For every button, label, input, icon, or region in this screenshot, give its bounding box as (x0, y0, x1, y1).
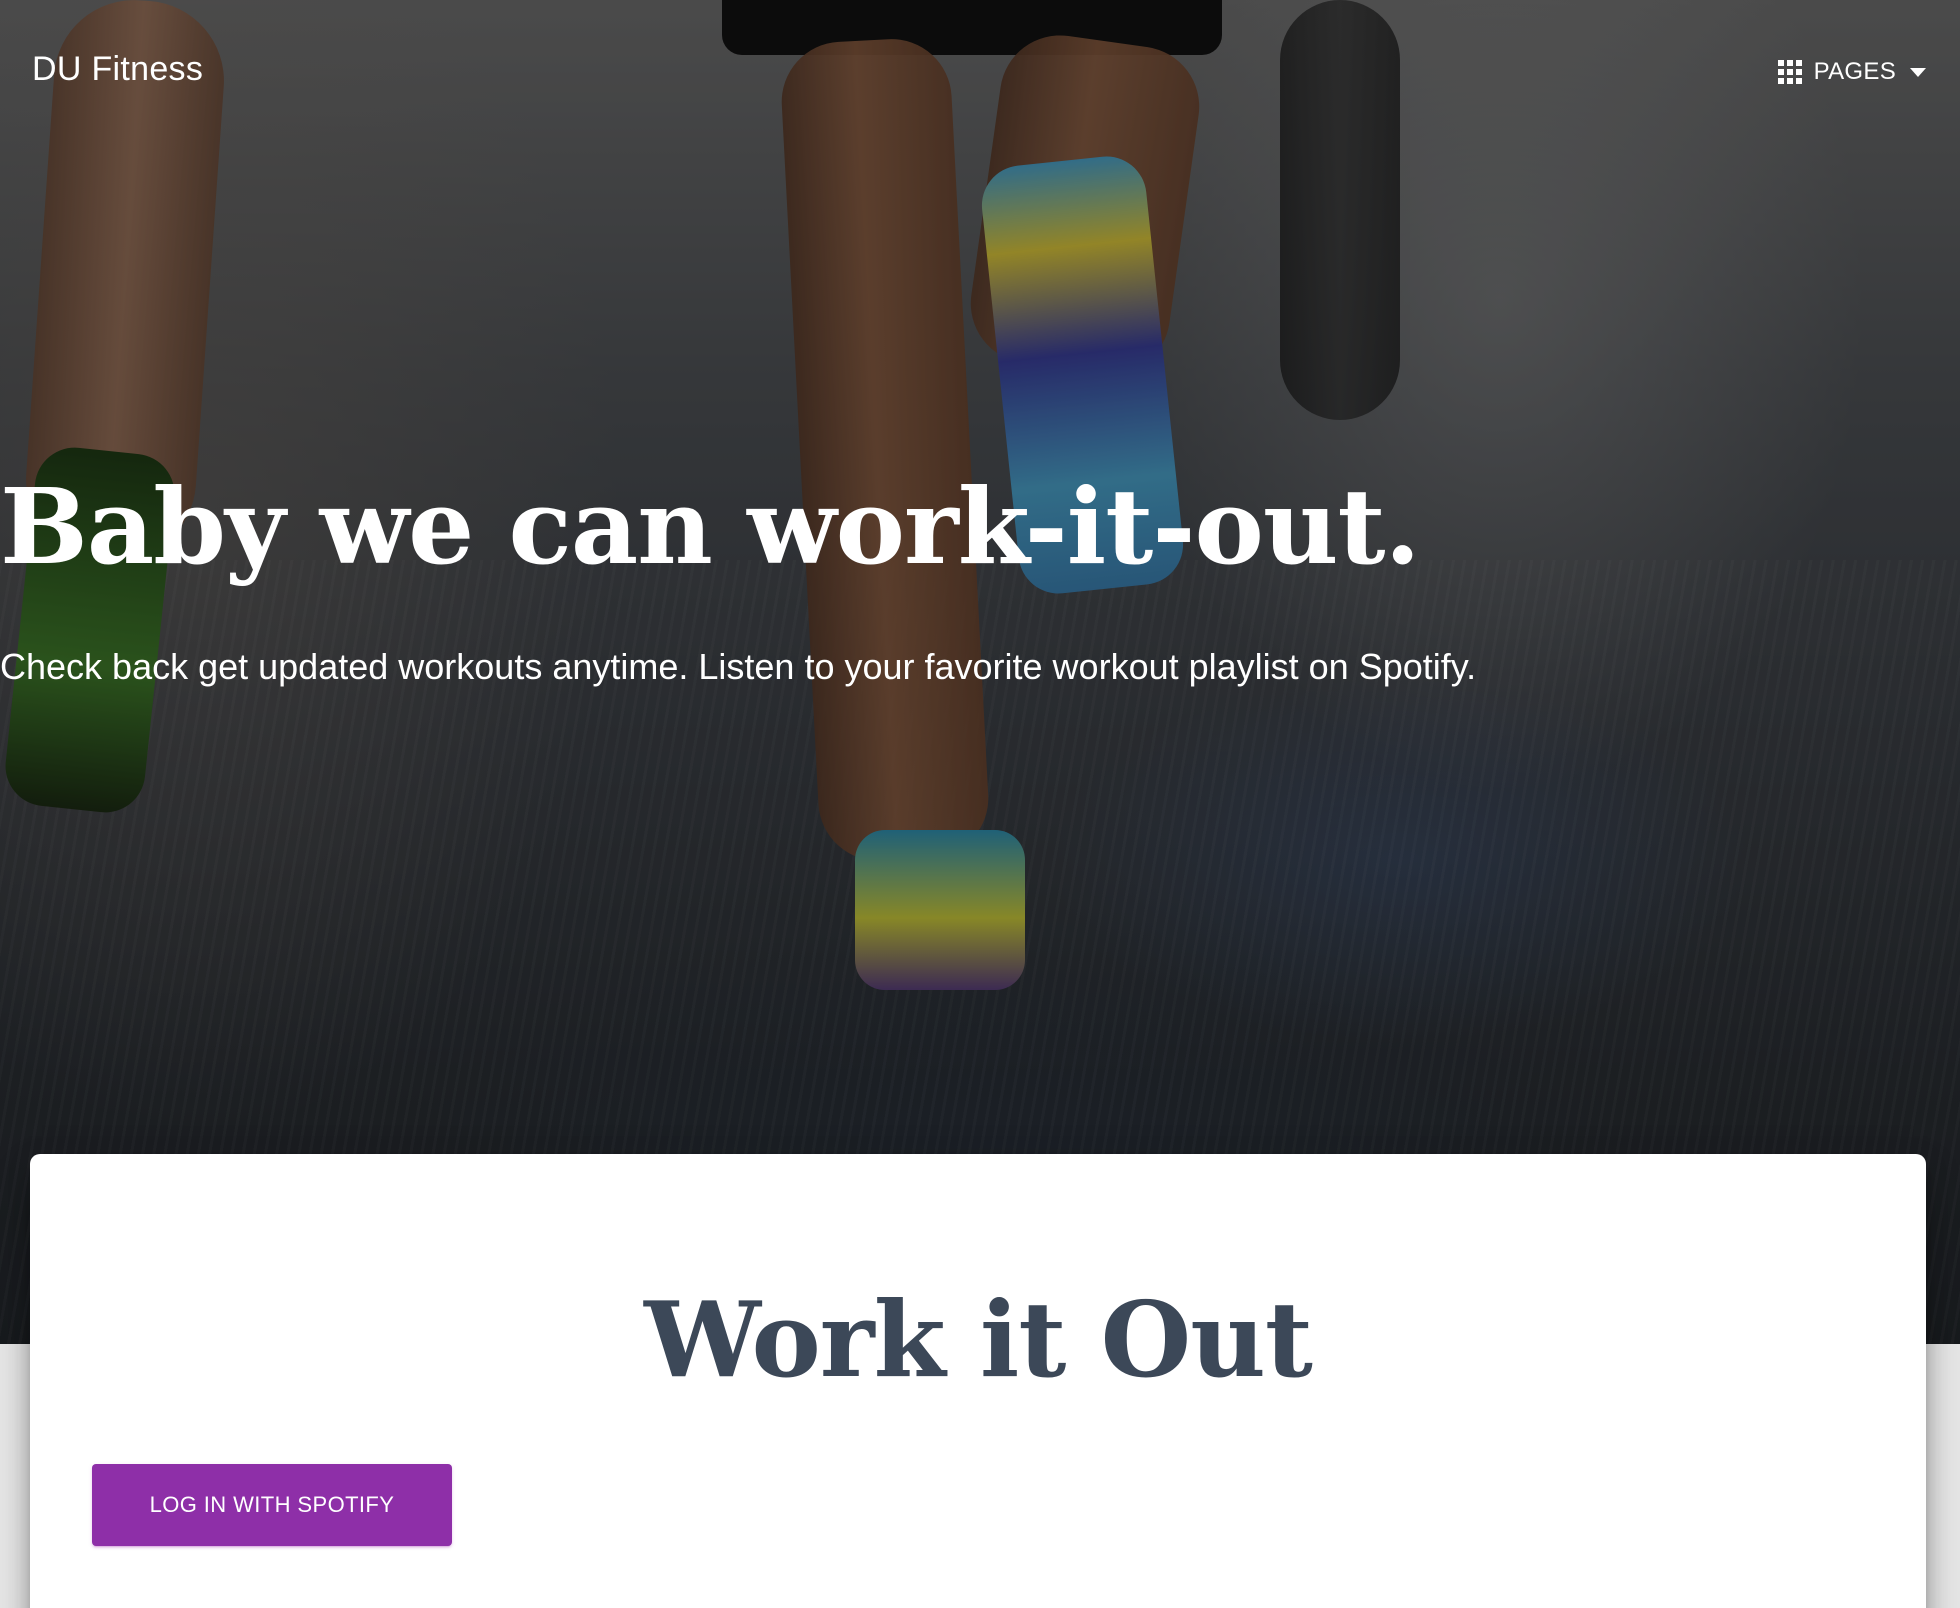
card-title: Work it Out (644, 1278, 1313, 1401)
pages-dropdown-toggle[interactable]: PAGES (1777, 58, 1926, 86)
apps-grid-icon (1777, 60, 1802, 84)
pages-label: PAGES (1813, 58, 1896, 85)
spotify-login-button[interactable]: LOG IN WITH SPOTIFY (92, 1464, 452, 1546)
main-card: Work it Out LOG IN WITH SPOTIFY (30, 1154, 1926, 1608)
hero-subtitle: Check back get updated workouts anytime.… (0, 646, 1477, 687)
hero-title: Baby we can work-it-out. (0, 465, 1421, 588)
brand-link[interactable]: DU Fitness (32, 50, 203, 89)
navbar: DU Fitness PAGES (0, 0, 1960, 150)
page: DU Fitness PAGES Baby we can work-it-out… (0, 0, 1960, 1608)
caret-down-icon (1910, 67, 1926, 77)
